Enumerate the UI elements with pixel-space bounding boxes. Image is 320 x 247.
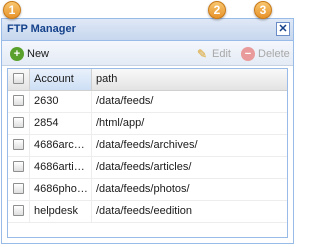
pencil-icon: ✎ <box>196 47 208 61</box>
row-checkbox[interactable] <box>13 139 24 150</box>
path-cell: /data/feeds/archives/ <box>96 139 198 151</box>
edit-button-label: Edit <box>212 48 231 60</box>
row-checkbox[interactable] <box>13 183 24 194</box>
select-all-checkbox[interactable] <box>13 73 24 84</box>
delete-button-label: Delete <box>258 48 290 60</box>
row-checkbox[interactable] <box>13 117 24 128</box>
toolbar: + New ✎ Edit − Delete <box>2 41 293 66</box>
close-icon: ✕ <box>278 23 288 35</box>
row-check-cell <box>8 113 30 134</box>
table-row[interactable]: 4686arti… /data/feeds/articles/ <box>8 157 287 179</box>
account-cell: 4686arti… <box>30 157 92 178</box>
row-check-cell <box>8 201 30 222</box>
table-row[interactable]: 2854 /html/app/ <box>8 113 287 135</box>
row-check-cell <box>8 179 30 200</box>
new-button-label: New <box>27 48 50 60</box>
table-row[interactable]: 4686pho… /data/feeds/photos/ <box>8 179 287 201</box>
account-cell: 4686pho… <box>30 179 92 200</box>
ftp-manager-window: FTP Manager ✕ + New ✎ Edit − Delete Acco… <box>1 18 294 244</box>
path-cell: /data/feeds/photos/ <box>96 183 190 195</box>
table-row[interactable]: 4686arc… /data/feeds/archives/ <box>8 135 287 157</box>
path-cell: /data/feeds/articles/ <box>96 161 192 173</box>
window-title: FTP Manager <box>7 23 76 35</box>
add-icon: + <box>10 47 24 61</box>
column-header-account[interactable]: Account <box>30 69 92 90</box>
close-button[interactable]: ✕ <box>276 22 290 36</box>
window-titlebar[interactable]: FTP Manager ✕ <box>2 19 293 41</box>
accounts-grid: Account path 2630 /data/feeds/ 2854 /htm… <box>7 68 288 238</box>
callout-badge-1: 1 <box>3 1 21 19</box>
path-cell: /data/feeds/eedition <box>96 205 193 217</box>
grid-header: Account path <box>8 69 287 91</box>
header-select-all-cell <box>8 69 30 90</box>
row-check-cell <box>8 135 30 156</box>
row-check-cell <box>8 91 30 112</box>
row-checkbox[interactable] <box>13 95 24 106</box>
row-check-cell <box>8 157 30 178</box>
remove-icon: − <box>241 47 255 61</box>
account-cell: 2630 <box>30 91 92 112</box>
column-header-path[interactable]: path <box>92 69 287 90</box>
callout-badge-3: 3 <box>254 1 272 19</box>
path-cell: /data/feeds/ <box>96 95 154 107</box>
new-button[interactable]: + New <box>10 46 49 62</box>
path-cell: /html/app/ <box>96 117 145 129</box>
callout-badge-2: 2 <box>208 1 226 19</box>
table-row[interactable]: helpdesk /data/feeds/eedition <box>8 201 287 223</box>
account-cell: 2854 <box>30 113 92 134</box>
table-row[interactable]: 2630 /data/feeds/ <box>8 91 287 113</box>
row-checkbox[interactable] <box>13 205 24 216</box>
row-checkbox[interactable] <box>13 161 24 172</box>
delete-button[interactable]: − Delete <box>241 46 290 62</box>
account-cell: helpdesk <box>30 201 92 222</box>
edit-button[interactable]: ✎ Edit <box>195 46 231 62</box>
account-cell: 4686arc… <box>30 135 92 156</box>
